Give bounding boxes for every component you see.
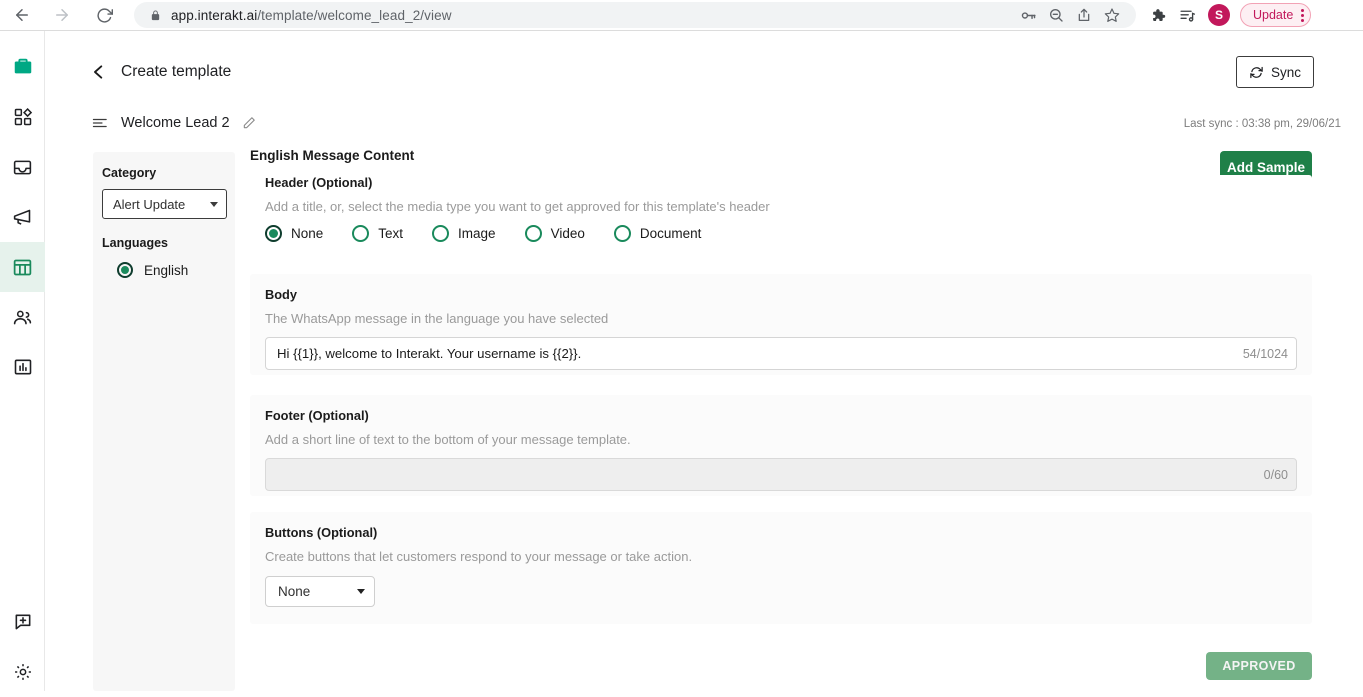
body-text-input[interactable]: Hi {{1}}, welcome to Interakt. Your user… (265, 337, 1297, 370)
buttons-type-select[interactable]: None (265, 576, 375, 607)
sidebar-item-contacts[interactable] (0, 292, 45, 342)
header-type-radio-group: None Text Image Video Document (265, 225, 1297, 242)
address-bar[interactable]: app.interakt.ai/template/welcome_lead_2/… (134, 2, 1136, 28)
page-header: Create template (90, 61, 231, 83)
radio-option-none[interactable]: None (265, 225, 323, 242)
radio-option-text[interactable]: Text (352, 225, 403, 242)
sidebar-item-settings[interactable] (0, 647, 45, 697)
template-name: Welcome Lead 2 (121, 115, 230, 131)
radio-label-image: Image (458, 226, 496, 241)
footer-text-input[interactable]: 0/60 (265, 458, 1297, 491)
star-icon[interactable] (1098, 2, 1126, 28)
page-title: Create template (121, 63, 232, 80)
body-section-description: The WhatsApp message in the language you… (265, 311, 609, 326)
header-section-description: Add a title, or, select the media type y… (265, 199, 770, 214)
category-label: Category (102, 166, 157, 180)
radio-circle-image[interactable] (432, 225, 450, 242)
app-sidebar (0, 31, 45, 691)
update-button[interactable]: Update (1240, 3, 1312, 27)
chevron-left-icon[interactable] (90, 61, 107, 83)
buttons-section-title: Buttons (Optional) (265, 525, 378, 540)
pencil-icon[interactable] (242, 116, 256, 130)
body-section-card: Body The WhatsApp message in the languag… (250, 274, 1312, 375)
sidebar-item-new-chat[interactable] (0, 597, 45, 647)
radio-option-video[interactable]: Video (524, 225, 585, 242)
header-section-card: Header (Optional) Add a title, or, selec… (250, 175, 1312, 267)
template-name-row: Welcome Lead 2 (92, 115, 256, 131)
sidebar-item-dashboard[interactable] (0, 92, 45, 142)
reload-icon[interactable] (90, 1, 118, 29)
chevron-down-icon (210, 201, 218, 207)
brand-logo[interactable] (0, 42, 45, 92)
share-icon[interactable] (1070, 2, 1098, 28)
buttons-type-value: None (278, 584, 311, 599)
back-arrow-icon[interactable] (8, 1, 36, 29)
footer-section-title: Footer (Optional) (265, 408, 369, 423)
media-list-icon[interactable] (1172, 1, 1202, 29)
puzzle-icon[interactable] (1142, 1, 1172, 29)
kebab-menu-icon[interactable] (1301, 8, 1305, 22)
omnibox-actions (1014, 2, 1126, 28)
chevron-down-icon (357, 589, 365, 594)
radio-circle-text[interactable] (352, 225, 370, 242)
key-icon[interactable] (1014, 2, 1042, 28)
sidebar-item-inbox[interactable] (0, 142, 45, 192)
url-text: app.interakt.ai/template/welcome_lead_2/… (171, 8, 452, 23)
url-path: /template/welcome_lead_2/view (257, 7, 452, 23)
extension-icons (1142, 1, 1202, 29)
radio-circle-video[interactable] (524, 225, 542, 242)
languages-label: Languages (102, 236, 168, 250)
language-label: English (144, 262, 189, 278)
category-select[interactable]: Alert Update (102, 189, 227, 219)
radio-option-image[interactable]: Image (432, 225, 496, 242)
footer-section-description: Add a short line of text to the bottom o… (265, 432, 631, 447)
sort-lines-icon (92, 116, 109, 130)
radio-circle-none[interactable] (265, 225, 282, 242)
sidebar-item-campaigns[interactable] (0, 192, 45, 242)
radio-circle-document[interactable] (613, 225, 631, 242)
body-text-value: Hi {{1}}, welcome to Interakt. Your user… (277, 346, 582, 361)
language-option-english[interactable]: English (102, 262, 225, 278)
page-container: Create template Sync Welcome Lead 2 Last… (45, 31, 1355, 691)
lock-icon (150, 9, 161, 22)
category-value: Alert Update (113, 196, 186, 212)
forward-arrow-icon[interactable] (48, 1, 76, 29)
sync-label: Sync (1270, 64, 1301, 80)
header-section-title: Header (Optional) (265, 175, 373, 190)
refresh-icon (1249, 65, 1264, 80)
radio-label-text: Text (378, 226, 404, 241)
settings-panel: Category Alert Update Languages English (93, 152, 235, 691)
status-badge: APPROVED (1206, 652, 1312, 680)
footer-section-card: Footer (Optional) Add a short line of te… (250, 395, 1312, 496)
update-label: Update (1253, 8, 1294, 22)
avatar[interactable]: S (1208, 4, 1230, 26)
sidebar-item-templates[interactable] (0, 242, 45, 292)
sync-button[interactable]: Sync (1236, 56, 1314, 88)
body-section-title: Body (265, 287, 297, 302)
radio-label-document: Document (639, 226, 702, 241)
footer-char-counter: 0/60 (1263, 467, 1288, 482)
buttons-section-card: Buttons (Optional) Create buttons that l… (250, 512, 1312, 624)
radio-english[interactable] (117, 262, 133, 278)
buttons-section-description: Create buttons that let customers respon… (265, 549, 693, 564)
body-char-counter: 54/1024 (1242, 346, 1288, 361)
radio-option-document[interactable]: Document (613, 225, 702, 242)
browser-toolbar: app.interakt.ai/template/welcome_lead_2/… (0, 0, 1363, 31)
message-content-title: English Message Content (250, 148, 415, 163)
radio-label-none: None (291, 226, 324, 241)
url-host: app.interakt.ai (171, 7, 258, 23)
radio-label-video: Video (550, 226, 585, 241)
last-sync-text: Last sync : 03:38 pm, 29/06/21 (1183, 118, 1341, 130)
zoom-out-icon[interactable] (1042, 2, 1070, 28)
sidebar-item-analytics[interactable] (0, 342, 45, 392)
